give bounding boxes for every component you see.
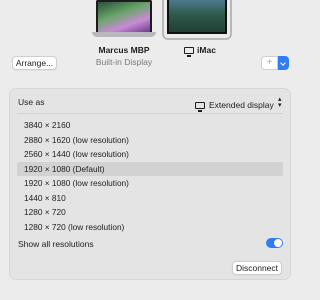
use-as-label: Use as <box>18 97 45 107</box>
chevron-down-icon[interactable] <box>278 56 289 70</box>
resolution-option[interactable]: 2560 × 1440 (low resolution) <box>17 147 283 162</box>
up-down-chevron-icon: ▴ ▾ <box>277 96 282 109</box>
show-all-resolutions-label: Show all resolutions <box>18 239 94 249</box>
resolution-option[interactable]: 1440 × 810 <box>17 191 283 206</box>
resolution-option[interactable]: 1280 × 720 (low resolution) <box>17 220 283 235</box>
display-name-imac-text: iMac <box>197 45 216 55</box>
use-as-value: Extended display <box>209 100 274 110</box>
macbook-screen <box>96 0 152 32</box>
arrange-button[interactable]: Arrange... <box>12 56 57 70</box>
use-as-popup[interactable]: Extended display▴ ▾ <box>195 96 283 112</box>
disconnect-button[interactable]: Disconnect <box>232 261 282 275</box>
display-name-imac: iMac <box>175 45 225 57</box>
resolution-option[interactable]: 3840 × 2160 <box>17 118 283 133</box>
macbook-base <box>92 32 156 37</box>
display-icon <box>195 102 205 112</box>
add-button[interactable]: + <box>261 56 278 70</box>
add-display-control[interactable]: + <box>261 56 289 70</box>
display-name-mbp: Marcus MBP <box>98 45 150 55</box>
display-icon <box>184 47 195 57</box>
imac-screen <box>167 0 227 34</box>
resolution-option[interactable]: 2880 × 1620 (low resolution) <box>17 133 283 148</box>
resolution-list: 3840 × 2160 2880 × 1620 (low resolution) 2… <box>17 118 283 234</box>
display-subtitle-mbp: Built-in Display <box>95 57 153 67</box>
imac-display-thumbnail[interactable] <box>162 0 232 40</box>
show-all-resolutions-toggle[interactable] <box>266 238 283 248</box>
resolution-option[interactable]: 1920 × 1080 (Default) <box>17 161 283 176</box>
macbook-display-thumbnail[interactable] <box>92 0 156 38</box>
resolution-option[interactable]: 1920 × 1080 (low resolution) <box>17 176 283 191</box>
divider <box>17 113 283 114</box>
resolution-option[interactable]: 1280 × 720 <box>17 205 283 220</box>
